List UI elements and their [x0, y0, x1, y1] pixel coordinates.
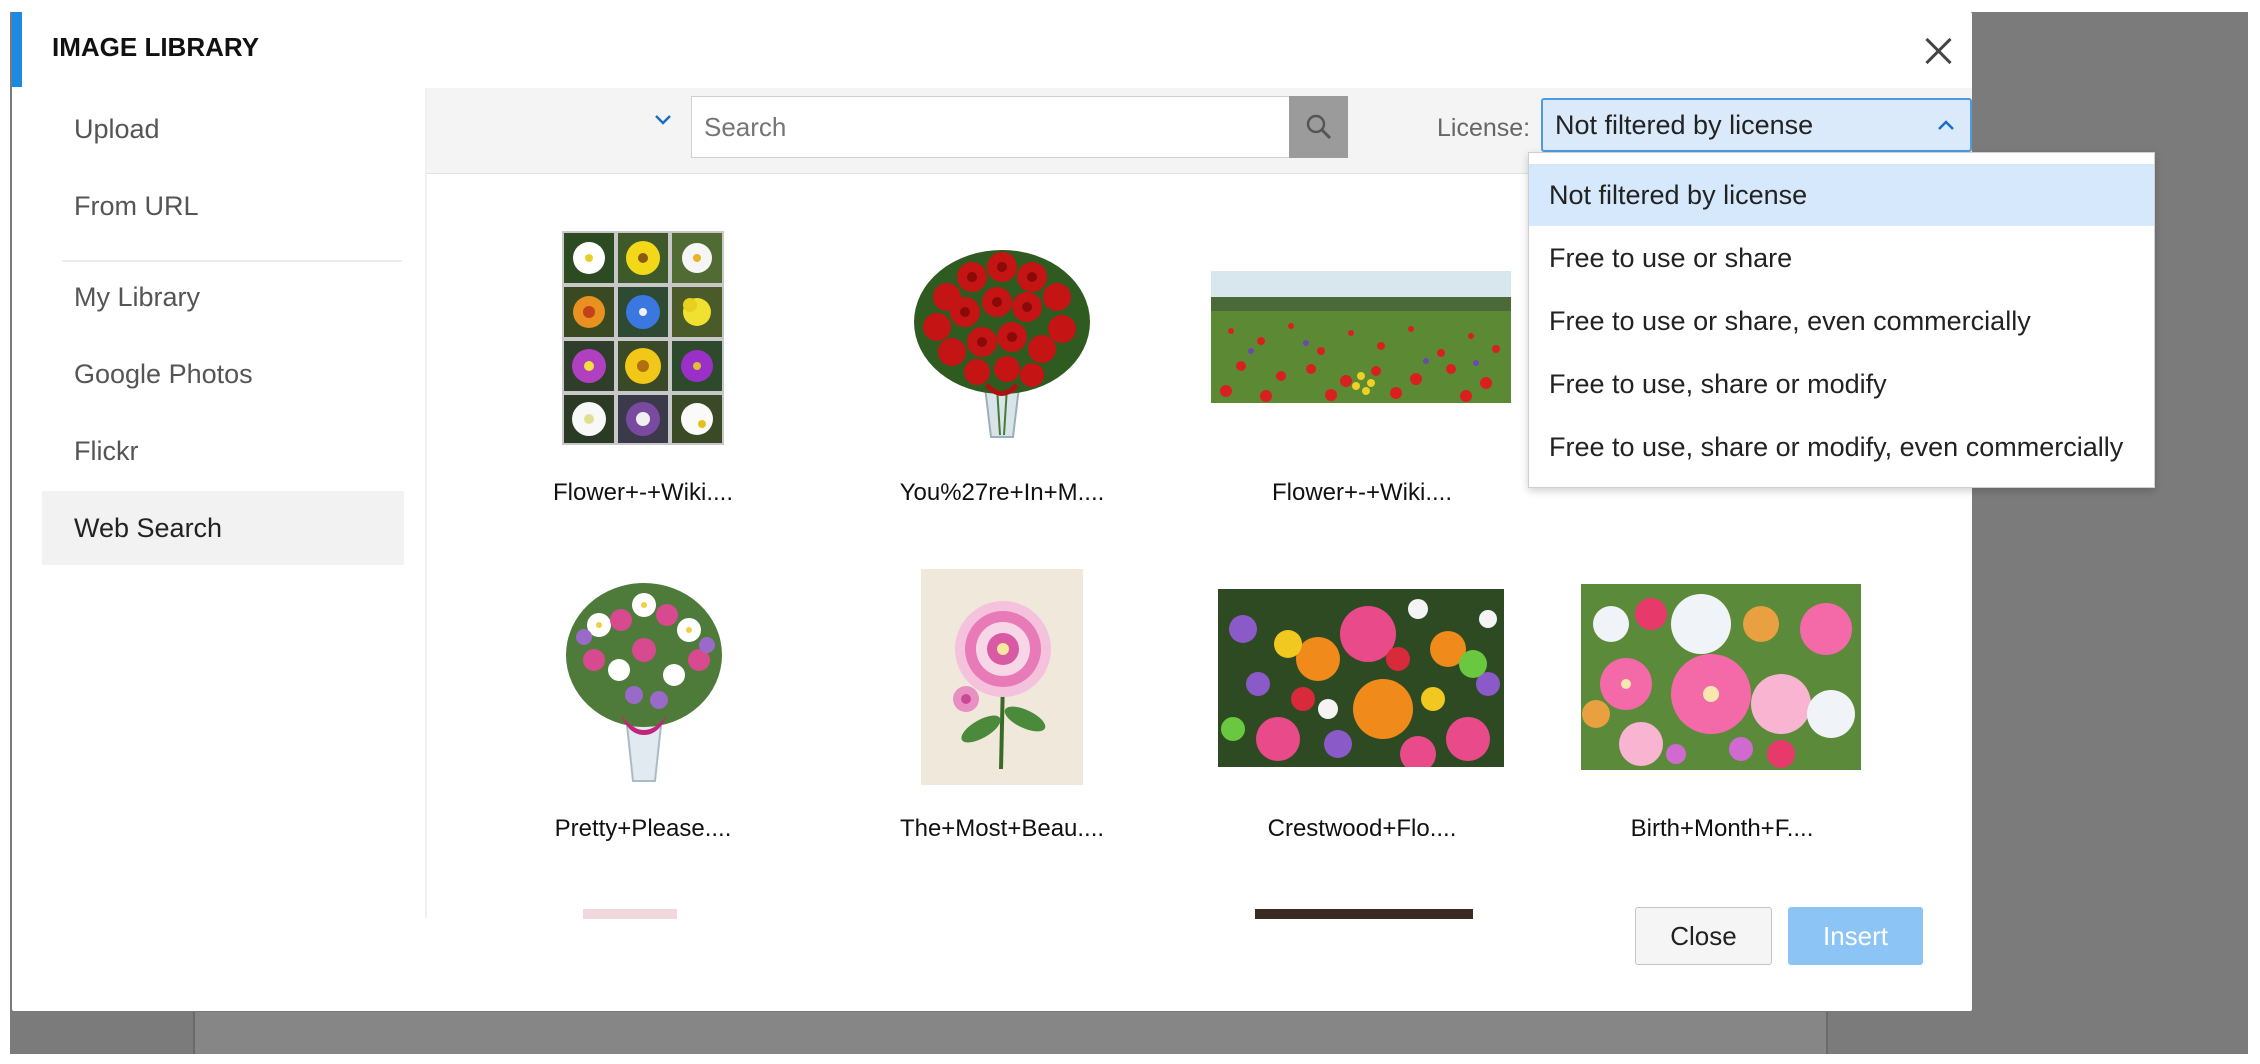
- image-thumbnail[interactable]: [1218, 589, 1504, 767]
- search-icon: [1306, 114, 1331, 140]
- image-thumbnail[interactable]: [1211, 271, 1511, 403]
- image-thumbnail[interactable]: [559, 575, 729, 790]
- dialog-title: IMAGE LIBRARY: [52, 32, 260, 62]
- sidebar-item-from-url[interactable]: From URL: [42, 169, 404, 243]
- license-option-not-filtered[interactable]: Not filtered by license: [1529, 164, 2154, 226]
- image-thumbnail[interactable]: [583, 909, 677, 919]
- image-caption: Birth+Month+F....: [1630, 815, 1814, 842]
- license-select-value: Not filtered by license: [1555, 110, 1814, 140]
- sidebar-item-upload[interactable]: Upload: [42, 92, 404, 166]
- license-label: License:: [1437, 114, 1531, 142]
- image-caption: Flower+-+Wiki....: [1271, 479, 1453, 506]
- image-thumbnail[interactable]: [1255, 909, 1473, 919]
- image-caption: Pretty+Please....: [554, 815, 732, 842]
- close-icon[interactable]: [1917, 30, 1961, 74]
- image-thumbnail[interactable]: [921, 569, 1083, 785]
- chevron-up-icon: [1938, 120, 1954, 130]
- license-option-free-use-share-commercial[interactable]: Free to use or share, even commercially: [1529, 290, 2154, 352]
- image-caption: Crestwood+Flo....: [1267, 815, 1457, 842]
- background-panel: [193, 1012, 1828, 1054]
- image-thumbnail[interactable]: [562, 231, 724, 445]
- image-thumbnail[interactable]: [907, 237, 1097, 447]
- chevron-down-icon[interactable]: [653, 110, 673, 130]
- sidebar-item-flickr[interactable]: Flickr: [42, 414, 404, 488]
- image-caption: The+Most+Beau....: [899, 815, 1105, 842]
- close-button[interactable]: Close: [1635, 907, 1772, 965]
- image-caption: You%27re+In+M....: [899, 479, 1105, 506]
- license-dropdown-menu: Not filtered by license Free to use or s…: [1528, 152, 2155, 488]
- license-select[interactable]: Not filtered by license: [1541, 98, 1972, 152]
- search-input[interactable]: [691, 96, 1291, 158]
- sidebar-item-web-search[interactable]: Web Search: [42, 491, 404, 565]
- license-option-free-use-share[interactable]: Free to use or share: [1529, 227, 2154, 289]
- image-thumbnail[interactable]: [1581, 584, 1861, 770]
- search-button[interactable]: [1289, 96, 1348, 158]
- insert-button[interactable]: Insert: [1788, 907, 1923, 965]
- sidebar-item-google-photos[interactable]: Google Photos: [42, 337, 404, 411]
- dialog-accent-bar: [12, 12, 22, 87]
- sidebar-item-my-library[interactable]: My Library: [42, 260, 404, 334]
- image-caption: Flower+-+Wiki....: [552, 479, 734, 506]
- license-option-free-use-share-modify-commercial[interactable]: Free to use, share or modify, even comme…: [1529, 416, 2154, 478]
- license-option-free-use-share-modify[interactable]: Free to use, share or modify: [1529, 353, 2154, 415]
